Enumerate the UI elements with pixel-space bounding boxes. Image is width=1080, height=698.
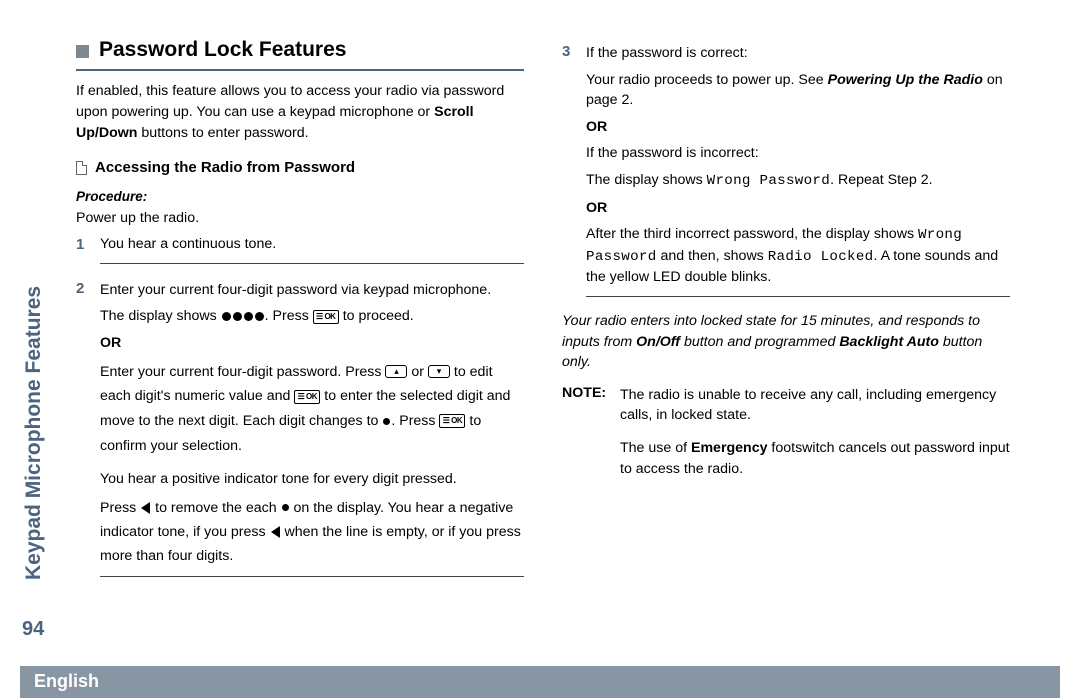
step-list: 1 You hear a continuous tone. 2 Enter yo… [76,234,524,585]
text: . Press [265,308,313,324]
step-1: 1 You hear a continuous tone. [76,234,524,272]
dot-icon [244,312,253,321]
ok-key-icon: ☰ OK [439,414,465,428]
text: to proceed. [339,308,414,324]
subsection-header: Accessing the Radio from Password [76,157,524,179]
step-body: If the password is correct: Your radio p… [586,41,1010,305]
step-number: 3 [562,41,576,305]
step-rule [100,576,524,577]
note-p2: The use of Emergency footswitch cancels … [620,438,1010,479]
text: The display shows [100,308,221,324]
text: On/Off [636,334,680,350]
section-rule [76,69,524,71]
side-section-title: Keypad Microphone Features [22,286,46,580]
page-root: Password Lock Features If enabled, this … [0,0,1080,698]
display-text: Radio Locked [768,249,874,265]
step-3-p4: The display shows Wrong Password. Repeat… [586,170,1010,192]
text: to remove the each [151,500,280,516]
step-rule [586,296,1010,297]
step-3-p1: If the password is correct: [586,43,1010,64]
step-3: 3 If the password is correct: Your radio… [562,41,1010,305]
link-text: Powering Up the Radio [828,72,983,88]
step-2: 2 Enter your current four-digit password… [76,278,524,585]
step-1-text: You hear a continuous tone. [100,236,276,252]
left-column: Password Lock Features If enabled, this … [76,35,524,591]
dot-icon [383,418,390,425]
language-footer: English [20,666,1060,698]
text: button and programmed [680,334,839,350]
step-3-p5: After the third incorrect password, the … [586,224,1010,288]
text: Press [100,500,140,516]
dot-icon [233,312,242,321]
step-body: You hear a continuous tone. [100,234,524,272]
text: Enter your current four-digit password. … [100,364,385,380]
display-text: Wrong Password [707,173,830,189]
note-p1: The radio is unable to receive any call,… [620,385,1010,426]
left-arrow-icon [141,502,150,514]
note-block: NOTE: The radio is unable to receive any… [562,383,1010,485]
step-rule [100,263,524,264]
or-label: OR [586,198,1010,219]
step-number: 1 [76,234,90,272]
note-label: NOTE: [562,383,614,485]
procedure-intro: Power up the radio. [76,210,199,226]
document-icon [76,161,87,175]
note-content: The radio is unable to receive any call,… [620,383,1010,485]
subsection-title: Accessing the Radio from Password [95,157,355,179]
right-column: 3 If the password is correct: Your radio… [562,35,1010,591]
up-key-icon: ▴ [385,365,407,378]
ok-key-icon: ☰ OK [313,310,339,324]
or-label: OR [586,117,1010,138]
step-number: 2 [76,278,90,585]
page-number: 94 [22,618,44,641]
text: . Press [391,413,439,429]
text: Backlight Auto [839,334,939,350]
step-2-p5: Press to remove the each on the display.… [100,496,524,568]
text: Your radio proceeds to power up. See [586,72,828,88]
text: . Repeat Step 2. [830,172,933,188]
procedure-start: Procedure: Power up the radio. [76,187,524,228]
text: Emergency [691,440,768,456]
section-title: Password Lock Features [99,35,346,65]
down-key-icon: ▾ [428,365,450,378]
step-2-p1: Enter your current four-digit password v… [100,280,524,301]
dot-icon [282,504,289,511]
procedure-label: Procedure: [76,189,147,204]
text: and then, shows [657,248,768,264]
dot-icon [255,312,264,321]
step-3-p2: Your radio proceeds to power up. See Pow… [586,70,1010,111]
step-list-continued: 3 If the password is correct: Your radio… [562,41,1010,305]
column-container: Password Lock Features If enabled, this … [76,35,1040,591]
section-intro: If enabled, this feature allows you to a… [76,81,524,143]
section-bullet-icon [76,45,89,58]
section-header: Password Lock Features [76,35,524,65]
step-2-p3: Enter your current four-digit password. … [100,360,524,459]
text: After the third incorrect password, the … [586,226,918,242]
step-body: Enter your current four-digit password v… [100,278,524,585]
ok-key-icon: ☰ OK [294,390,320,404]
step-2-p4: You hear a positive indicator tone for e… [100,469,524,490]
dot-icon [222,312,231,321]
step-3-p3: If the password is incorrect: [586,143,1010,164]
locked-state-note: Your radio enters into locked state for … [562,311,1010,373]
step-2-p2: The display shows . Press ☰ OK to procee… [100,306,524,327]
or-label: OR [100,333,524,354]
left-arrow-icon [271,526,280,538]
text: The use of [620,440,691,456]
intro-suffix: buttons to enter password. [137,125,308,141]
text: or [407,364,428,380]
text: The display shows [586,172,707,188]
